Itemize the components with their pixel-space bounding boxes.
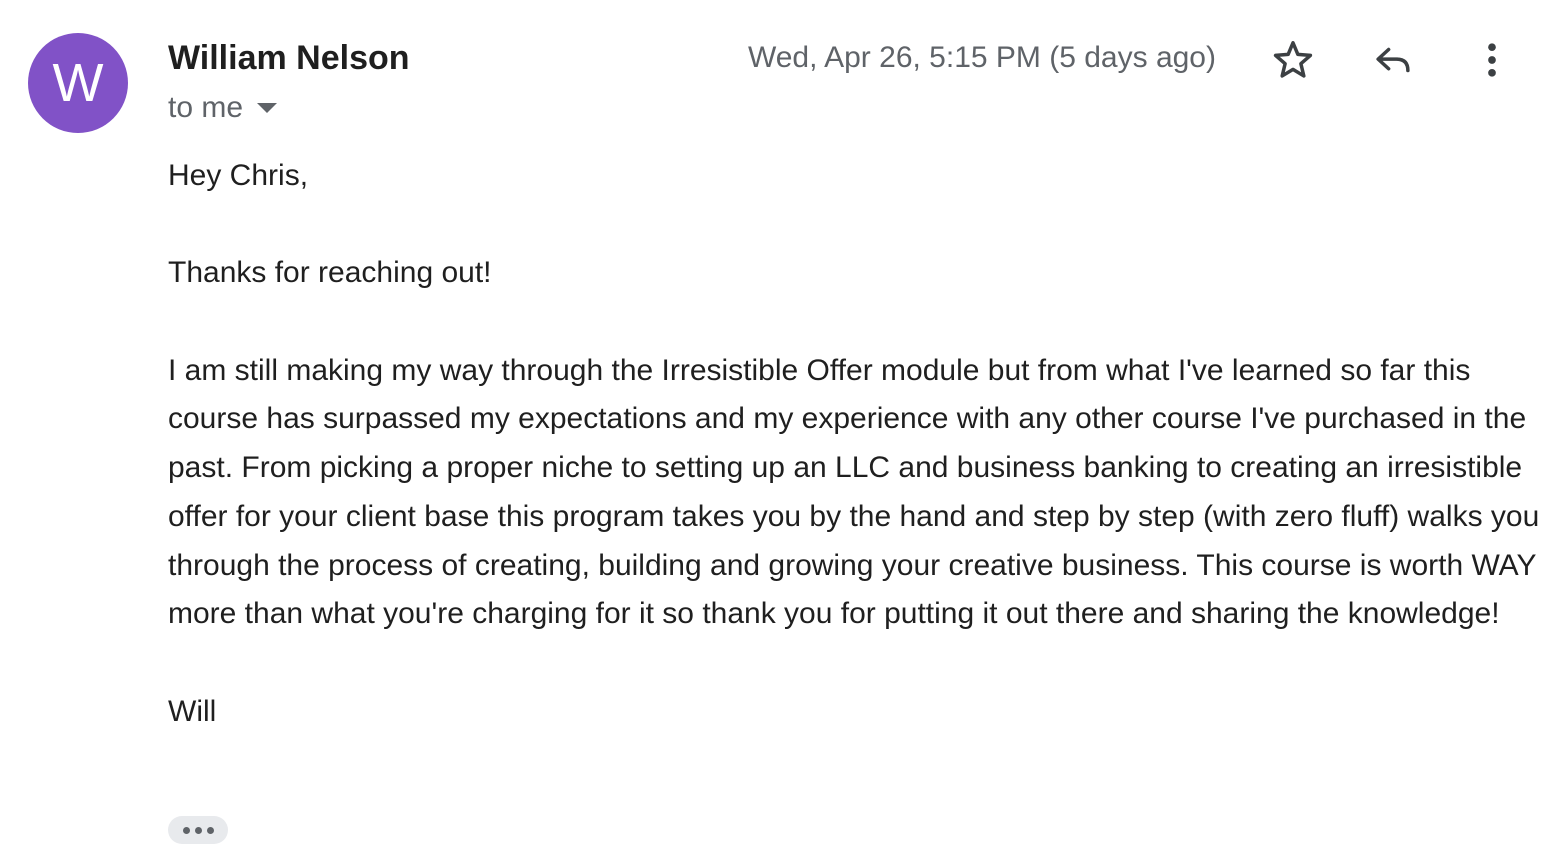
- more-vert-icon: [1488, 43, 1496, 77]
- show-trimmed-content-button[interactable]: [168, 816, 228, 844]
- reply-button[interactable]: [1369, 36, 1417, 84]
- sender-avatar[interactable]: W: [28, 33, 128, 133]
- message-line: Thanks for reaching out!: [168, 256, 492, 290]
- recipient-label: to me: [168, 91, 244, 124]
- star-button[interactable]: [1269, 36, 1317, 84]
- message-body: Hey Chris, Thanks for reaching out! I am…: [168, 152, 1540, 736]
- reply-icon: [1376, 47, 1410, 73]
- recipient-details-toggle[interactable]: to me: [168, 90, 278, 126]
- ellipsis-dot-icon: [182, 826, 190, 834]
- message-paragraph: I am still making my way through the Irr…: [168, 353, 1540, 631]
- star-icon: [1273, 41, 1313, 78]
- ellipsis-dot-icon: [194, 826, 202, 834]
- message-greeting: Hey Chris,: [168, 159, 309, 192]
- message-signature: Will: [168, 694, 217, 728]
- caret-down-icon[interactable]: [257, 103, 278, 113]
- more-options-button[interactable]: [1468, 36, 1516, 84]
- message-timestamp: Wed, Apr 26, 5:15 PM (5 days ago): [747, 41, 1216, 74]
- sender-name[interactable]: William Nelson: [168, 38, 410, 78]
- ellipsis-dot-icon: [206, 826, 214, 834]
